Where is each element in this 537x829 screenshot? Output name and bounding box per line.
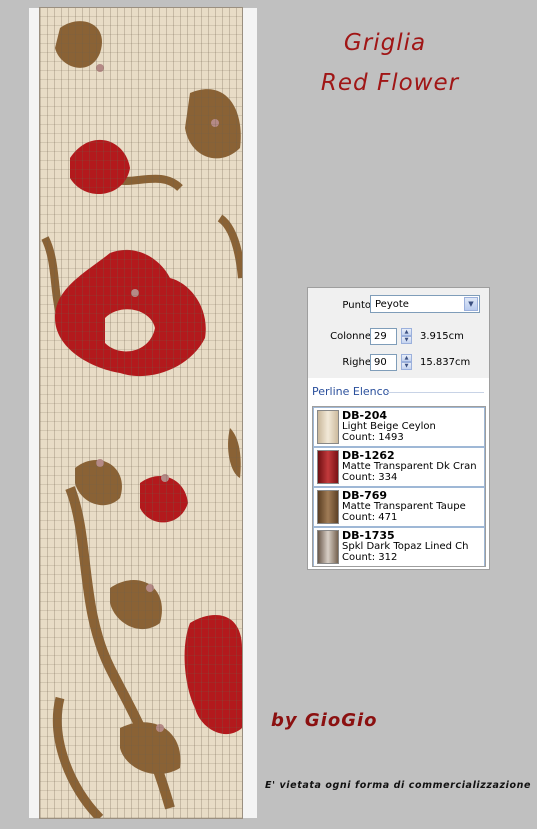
bead-swatch <box>317 530 339 564</box>
title-line-1: Griglia <box>343 30 427 56</box>
bead-pattern-grid <box>40 8 242 818</box>
bead-name: Light Beige Ceylon <box>342 421 436 432</box>
bead-accent <box>131 289 139 297</box>
columns-input[interactable]: 29 <box>370 328 397 345</box>
rows-label: Righe <box>342 357 371 368</box>
stitch-select[interactable]: Peyote ▼ <box>370 295 480 313</box>
rows-stepper[interactable]: ▲ ▼ <box>401 354 412 371</box>
stitch-select-value: Peyote <box>375 299 409 310</box>
bead-accent <box>161 474 169 482</box>
pattern-settings-panel: Punto Peyote ▼ Colonne 29 ▲ ▼ 3.915cm Ri… <box>307 287 490 570</box>
bead-name: Matte Transparent Dk Cran <box>342 461 477 472</box>
list-item-db-769[interactable]: DB-769 Matte Transparent Taupe Count: 47… <box>313 487 485 527</box>
title-line-2: Red Flower <box>320 70 460 96</box>
leaf-shape <box>120 722 181 775</box>
bead-accent <box>146 584 154 592</box>
stepper-up-icon[interactable]: ▲ <box>401 328 412 336</box>
bead-list[interactable]: DB-204 Light Beige Ceylon Count: 1493 DB… <box>312 406 486 567</box>
bead-name: Matte Transparent Taupe <box>342 501 466 512</box>
leaf-shape <box>110 580 162 630</box>
leaf-shape <box>55 21 102 68</box>
author-signature: by GioGio <box>271 710 378 731</box>
bead-count: Count: 334 <box>342 472 398 483</box>
bead-accent <box>156 724 164 732</box>
bead-swatch <box>317 410 339 444</box>
bead-swatch <box>317 490 339 524</box>
columns-label: Colonne <box>330 331 371 342</box>
list-item-db-1735[interactable]: DB-1735 Spkl Dark Topaz Lined Ch Count: … <box>313 527 485 566</box>
stepper-up-icon[interactable]: ▲ <box>401 354 412 362</box>
bead-count: Count: 1493 <box>342 432 404 443</box>
leaf-shape <box>228 428 241 478</box>
columns-measure: 3.915cm <box>420 331 464 342</box>
rows-measure: 15.837cm <box>420 357 471 368</box>
list-item-db-204[interactable]: DB-204 Light Beige Ceylon Count: 1493 <box>313 407 485 447</box>
flower-motif <box>41 21 242 818</box>
bead-accent <box>211 119 219 127</box>
rows-row: Righe 90 ▲ ▼ 15.837cm <box>308 352 489 374</box>
bead-list-header: Perline Elenco <box>312 385 390 398</box>
flower-shape <box>70 139 130 195</box>
bead-count: Count: 312 <box>342 552 398 563</box>
chevron-down-icon[interactable]: ▼ <box>464 297 478 311</box>
rows-input[interactable]: 90 <box>370 354 397 371</box>
bead-count: Count: 471 <box>342 512 398 523</box>
leaf-shape <box>75 459 122 506</box>
flower-shape <box>184 615 242 735</box>
divider <box>386 392 484 393</box>
stepper-down-icon[interactable]: ▼ <box>401 362 412 370</box>
columns-stepper[interactable]: ▲ ▼ <box>401 328 412 345</box>
settings-controls: Punto Peyote ▼ Colonne 29 ▲ ▼ 3.915cm Ri… <box>308 288 489 378</box>
stepper-down-icon[interactable]: ▼ <box>401 336 412 344</box>
bead-swatch <box>317 450 339 484</box>
bead-accent <box>96 64 104 72</box>
stem-shape <box>217 214 242 279</box>
stitch-label: Punto <box>342 300 371 311</box>
list-item-db-1262[interactable]: DB-1262 Matte Transparent Dk Cran Count:… <box>313 447 485 487</box>
flower-shape <box>140 475 188 523</box>
columns-row: Colonne 29 ▲ ▼ 3.915cm <box>308 326 489 348</box>
copyright-notice: E' vietata ogni forma di commercializzaz… <box>265 780 532 791</box>
bead-accent <box>96 459 104 467</box>
bead-name: Spkl Dark Topaz Lined Ch <box>342 541 469 552</box>
stem-shape <box>52 696 104 818</box>
pattern-frame <box>29 8 257 818</box>
